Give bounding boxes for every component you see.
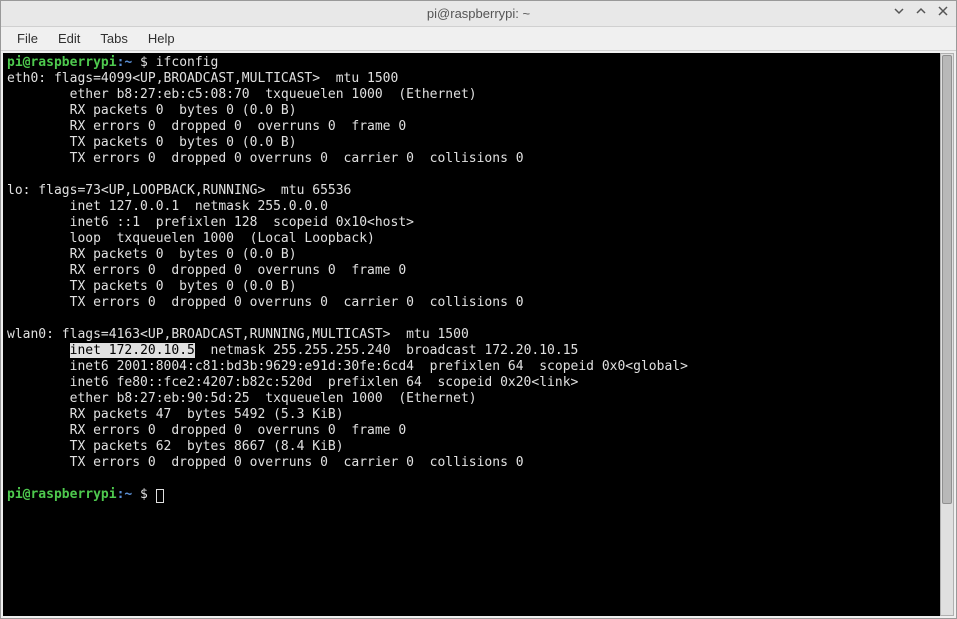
scrollbar-thumb[interactable] — [942, 55, 952, 504]
output-line: TX packets 0 bytes 0 (0.0 B) — [7, 135, 950, 151]
maximize-button[interactable] — [914, 5, 928, 19]
menu-help[interactable]: Help — [140, 29, 183, 48]
output-line: inet6 2001:8004:c81:bd3b:9629:e91d:30fe:… — [7, 359, 950, 375]
cursor — [156, 489, 164, 503]
output-line: ether b8:27:eb:90:5d:25 txqueuelen 1000 … — [7, 391, 950, 407]
output-line: RX packets 47 bytes 5492 (5.3 KiB) — [7, 407, 950, 423]
close-icon — [937, 5, 949, 20]
menu-tabs[interactable]: Tabs — [92, 29, 135, 48]
output-line: RX packets 0 bytes 0 (0.0 B) — [7, 103, 950, 119]
output-line: loop txqueuelen 1000 (Local Loopback) — [7, 231, 950, 247]
output-text — [7, 343, 70, 358]
output-line: RX errors 0 dropped 0 overruns 0 frame 0 — [7, 423, 950, 439]
output-line — [7, 471, 950, 487]
menubar: File Edit Tabs Help — [1, 27, 956, 51]
output-line — [7, 311, 950, 327]
command-text: ifconfig — [156, 55, 219, 70]
scrollbar[interactable] — [940, 53, 954, 616]
prompt-user: pi@raspberrypi — [7, 487, 117, 502]
minimize-button[interactable] — [892, 5, 906, 19]
output-line: RX packets 0 bytes 0 (0.0 B) — [7, 247, 950, 263]
output-line: ether b8:27:eb:c5:08:70 txqueuelen 1000 … — [7, 87, 950, 103]
output-line: RX errors 0 dropped 0 overruns 0 frame 0 — [7, 263, 950, 279]
prompt-dollar: $ — [132, 55, 155, 70]
chevron-down-icon — [893, 5, 905, 20]
output-text: netmask 255.255.255.240 broadcast 172.20… — [195, 343, 579, 358]
output-line: TX errors 0 dropped 0 overruns 0 carrier… — [7, 295, 950, 311]
terminal-container: pi@raspberrypi:~ $ ifconfigeth0: flags=4… — [1, 51, 956, 618]
output-line: TX packets 62 bytes 8667 (8.4 KiB) — [7, 439, 950, 455]
chevron-up-icon — [915, 5, 927, 20]
output-line: lo: flags=73<UP,LOOPBACK,RUNNING> mtu 65… — [7, 183, 950, 199]
window-title: pi@raspberrypi: ~ — [427, 6, 530, 21]
titlebar[interactable]: pi@raspberrypi: ~ — [1, 1, 956, 27]
output-line: wlan0: flags=4163<UP,BROADCAST,RUNNING,M… — [7, 327, 950, 343]
output-line — [7, 167, 950, 183]
menu-edit[interactable]: Edit — [50, 29, 88, 48]
prompt-user: pi@raspberrypi — [7, 55, 117, 70]
close-button[interactable] — [936, 5, 950, 19]
output-line: inet 127.0.0.1 netmask 255.0.0.0 — [7, 199, 950, 215]
prompt-dollar: $ — [132, 487, 155, 502]
output-line: TX errors 0 dropped 0 overruns 0 carrier… — [7, 455, 950, 471]
output-line: RX errors 0 dropped 0 overruns 0 frame 0 — [7, 119, 950, 135]
output-line: TX packets 0 bytes 0 (0.0 B) — [7, 279, 950, 295]
terminal-window: pi@raspberrypi: ~ File Edit Tabs Help — [0, 0, 957, 619]
titlebar-controls — [892, 5, 950, 19]
output-line: eth0: flags=4099<UP,BROADCAST,MULTICAST>… — [7, 71, 950, 87]
output-line: inet 172.20.10.5 netmask 255.255.255.240… — [7, 343, 950, 359]
output-line: inet6 ::1 prefixlen 128 scopeid 0x10<hos… — [7, 215, 950, 231]
terminal[interactable]: pi@raspberrypi:~ $ ifconfigeth0: flags=4… — [3, 53, 954, 616]
menu-file[interactable]: File — [9, 29, 46, 48]
highlighted-ip: inet 172.20.10.5 — [70, 343, 195, 358]
output-line: inet6 fe80::fce2:4207:b82c:520d prefixle… — [7, 375, 950, 391]
output-line: TX errors 0 dropped 0 overruns 0 carrier… — [7, 151, 950, 167]
